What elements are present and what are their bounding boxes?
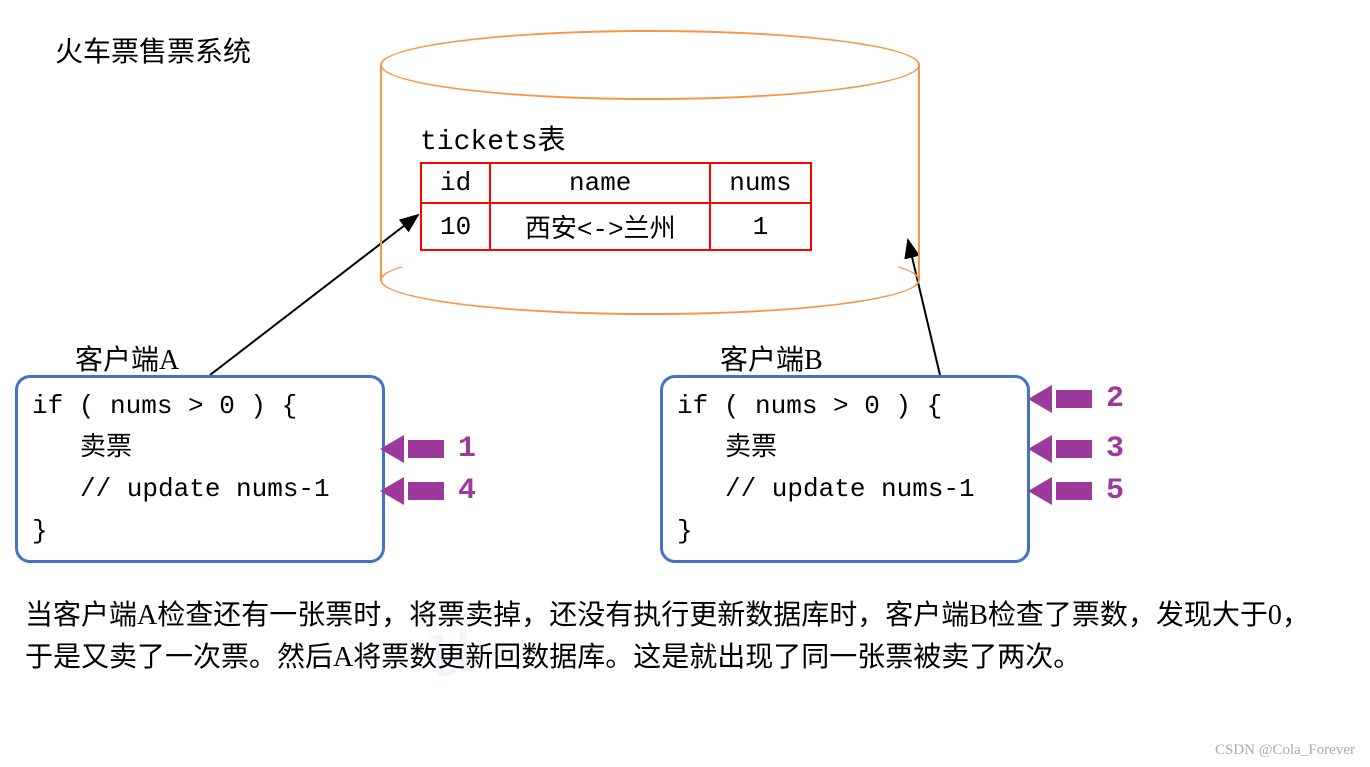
step-arrow-2: 2 (1028, 382, 1124, 416)
step-arrow-4: 4 (380, 474, 476, 508)
client-a-label: 客户端A (75, 338, 179, 378)
cell-id: 10 (421, 203, 490, 250)
cell-name: 西安<->兰州 (490, 203, 710, 250)
client-a-line4: } (32, 511, 368, 553)
client-a-line3: // update nums-1 (32, 469, 368, 511)
client-b-line3: // update nums-1 (677, 469, 1013, 511)
client-b-box: if ( nums > 0 ) { 卖票 // update nums-1 } (660, 375, 1030, 563)
step-number-3: 3 (1106, 432, 1124, 466)
step-arrow-3: 3 (1028, 432, 1124, 466)
explanation-text: 当客户端A检查还有一张票时，将票卖掉，还没有执行更新数据库时，客户端B检查了票数… (25, 595, 1325, 679)
table-data-row: 10 西安<->兰州 1 (421, 203, 811, 250)
client-b-line2: 卖票 (677, 428, 1013, 470)
col-id: id (421, 163, 490, 203)
client-a-box: if ( nums > 0 ) { 卖票 // update nums-1 } (15, 375, 385, 563)
client-b-label: 客户端B (720, 338, 823, 378)
tickets-table: id name nums 10 西安<->兰州 1 (420, 162, 812, 251)
step-number-4: 4 (458, 474, 476, 508)
col-nums: nums (710, 163, 810, 203)
client-a-line1: if ( nums > 0 ) { (32, 386, 368, 428)
client-b-line1: if ( nums > 0 ) { (677, 386, 1013, 428)
diagram-title: 火车票售票系统 (55, 30, 251, 70)
client-b-line4: } (677, 511, 1013, 553)
client-a-line2: 卖票 (32, 428, 368, 470)
watermark-text: CSDN @Cola_Forever (1215, 742, 1355, 759)
step-arrow-1: 1 (380, 432, 476, 466)
step-number-1: 1 (458, 432, 476, 466)
table-caption: tickets表 (420, 118, 566, 158)
col-name: name (490, 163, 710, 203)
step-arrow-5: 5 (1028, 474, 1124, 508)
cell-nums: 1 (710, 203, 810, 250)
step-number-5: 5 (1106, 474, 1124, 508)
table-header-row: id name nums (421, 163, 811, 203)
step-number-2: 2 (1106, 382, 1124, 416)
